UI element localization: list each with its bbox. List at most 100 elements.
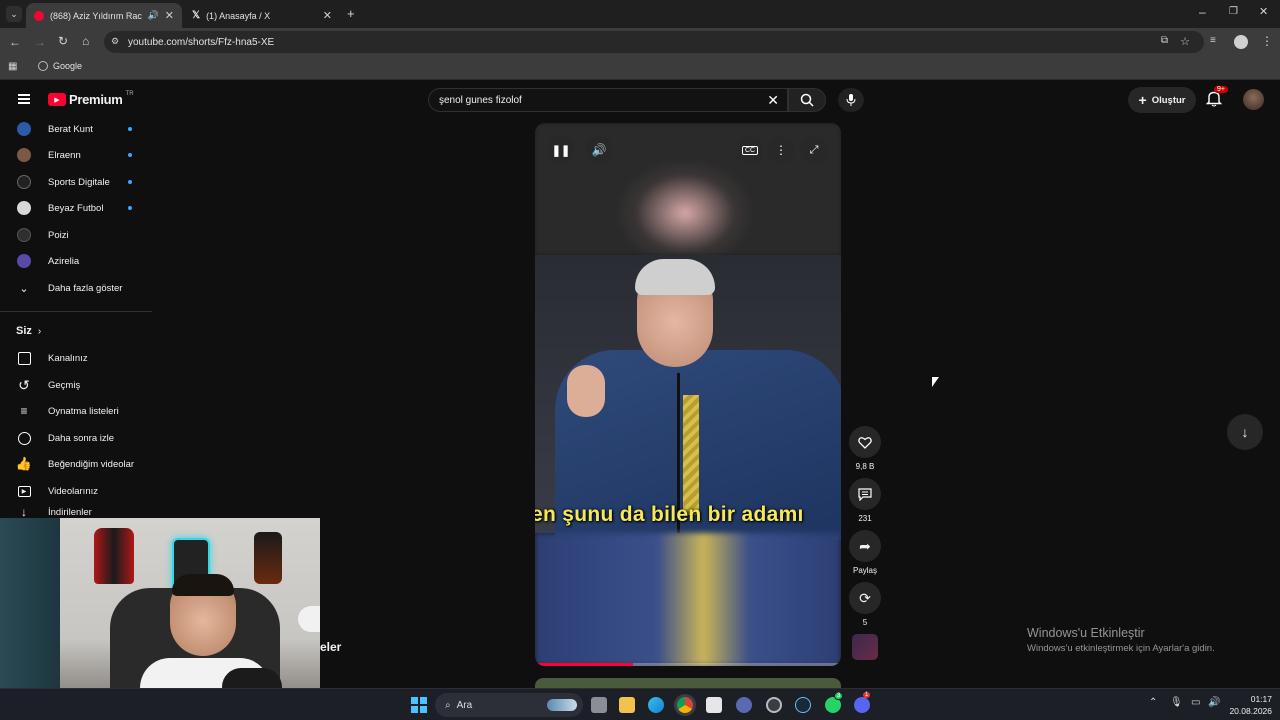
- channel-icon: [17, 351, 31, 365]
- menu-kebab-icon[interactable]: ⋮: [1261, 35, 1273, 47]
- hamburger-menu-icon[interactable]: [18, 94, 30, 104]
- discord-icon[interactable]: 1: [854, 692, 871, 713]
- steam-icon[interactable]: [795, 697, 811, 713]
- task-view-icon[interactable]: [591, 697, 607, 713]
- taskbar-search-label: Ara: [456, 699, 473, 711]
- download-icon: ↓: [21, 505, 27, 519]
- media-control-icon[interactable]: ≡: [1210, 36, 1216, 46]
- youtube-logo[interactable]: ▶ Premium TR: [48, 91, 134, 107]
- notifications-button[interactable]: 9+: [1205, 86, 1228, 110]
- restore-icon[interactable]: ❐: [1229, 7, 1238, 17]
- sidebar-item-your-videos[interactable]: ▶ Videolarınız: [0, 478, 152, 504]
- sidebar-item-subscription[interactable]: Azirelia: [0, 248, 152, 274]
- chrome-icon[interactable]: [677, 697, 693, 713]
- sidebar-item-label: Daha sonra izle: [48, 432, 115, 444]
- next-short-preview[interactable]: [535, 678, 841, 688]
- tray-display-icon[interactable]: ▭: [1191, 697, 1200, 708]
- sidebar-item-subscription[interactable]: Berat Kunt: [0, 116, 152, 142]
- tab-youtube[interactable]: (868) Aziz Yıldırım Racon Sa 🔊 ✕: [26, 3, 182, 28]
- more-options-button[interactable]: ⋮: [767, 136, 795, 164]
- video-frame-main: [535, 255, 841, 540]
- fullscreen-button[interactable]: ⤢: [800, 136, 828, 164]
- chevron-down-icon: ⌄: [19, 282, 29, 295]
- tab-title: (1) Anasayfa / X: [206, 10, 271, 21]
- show-more-button[interactable]: ⌄ Daha fazla göster: [0, 275, 152, 301]
- whatsapp-icon[interactable]: 3: [825, 692, 844, 713]
- clock[interactable]: 01:17 20.08.2026: [1222, 693, 1272, 717]
- kebab-icon: ⋮: [775, 143, 787, 157]
- clock-time: 01:17: [1250, 694, 1272, 704]
- sidebar-item-subscription[interactable]: Beyaz Futbol: [0, 195, 152, 221]
- tray-mic-icon[interactable]: 🎙: [1170, 697, 1183, 708]
- install-app-icon[interactable]: ⧉: [1161, 35, 1168, 46]
- back-icon[interactable]: ←: [9, 36, 21, 48]
- apps-grid-icon[interactable]: ▦: [8, 62, 17, 72]
- address-bar[interactable]: ⚙ youtube.com/shorts/Ffz-hna5-XE ⧉ ☆: [104, 31, 1204, 53]
- browser-tab-bar: ⌄ (868) Aziz Yıldırım Racon Sa 🔊 ✕ 𝕏 (1)…: [0, 0, 1280, 28]
- bookmark-google[interactable]: Google: [38, 61, 82, 71]
- windows-start-icon[interactable]: [411, 697, 427, 713]
- taskbar-search[interactable]: ⌕ Ara: [435, 693, 583, 717]
- edge-icon[interactable]: [648, 697, 664, 713]
- like-button[interactable]: [849, 426, 881, 458]
- clear-search-icon[interactable]: ✕: [767, 92, 779, 109]
- sidebar-item-watch-later[interactable]: Daha sonra izle: [0, 425, 152, 451]
- you-section-header[interactable]: Siz ›: [0, 318, 152, 344]
- sidebar-item-subscription[interactable]: Sports Digitale: [0, 169, 152, 195]
- home-icon[interactable]: ⌂: [82, 35, 89, 47]
- youtube-play-logo-icon: ▶: [48, 93, 66, 106]
- microphone-icon: [846, 94, 856, 106]
- tray-volume-icon[interactable]: 🔊: [1208, 697, 1220, 708]
- app-icon[interactable]: [766, 697, 782, 713]
- close-tab-icon[interactable]: ✕: [323, 9, 332, 22]
- create-button[interactable]: + Oluştur: [1128, 87, 1196, 113]
- voice-search-button[interactable]: [838, 88, 864, 112]
- next-short-button[interactable]: ↓: [1227, 414, 1263, 450]
- minimize-icon[interactable]: –: [1199, 6, 1206, 18]
- store-icon[interactable]: [706, 697, 722, 713]
- shorts-video-player[interactable]: en şunu da bilen bir adamı ❚❚ 🔊 CC ⋮ ⤢: [535, 123, 841, 666]
- profile-icon[interactable]: [1234, 35, 1248, 49]
- forward-icon[interactable]: →: [34, 36, 46, 48]
- share-label: Paylaş: [852, 566, 877, 575]
- tray-chevron-icon[interactable]: ⌃: [1149, 697, 1157, 708]
- sidebar-item-your-channel[interactable]: Kanalınız: [0, 345, 152, 371]
- sound-thumbnail[interactable]: [852, 634, 878, 660]
- sidebar-item-subscription[interactable]: Elraenn: [0, 142, 152, 168]
- bookmark-star-icon[interactable]: ☆: [1180, 35, 1190, 48]
- app-icon[interactable]: [736, 697, 752, 713]
- volume-button[interactable]: 🔊: [585, 136, 613, 164]
- tab-audio-icon[interactable]: 🔊: [148, 10, 159, 21]
- channel-avatar: [17, 254, 31, 268]
- file-explorer-icon[interactable]: [619, 697, 635, 713]
- arrow-down-icon: ↓: [1241, 424, 1249, 440]
- pause-button[interactable]: ❚❚: [547, 136, 575, 164]
- close-tab-icon[interactable]: ✕: [165, 9, 174, 22]
- progress-track[interactable]: [535, 663, 841, 666]
- search-input[interactable]: şenol gunes fizolof ✕: [428, 88, 788, 112]
- video-subtitle: en şunu da bilen bir adamı: [535, 503, 804, 526]
- account-avatar[interactable]: [1243, 89, 1264, 110]
- reload-icon[interactable]: ↻: [58, 35, 68, 47]
- sidebar-item-label: Videolarınız: [48, 485, 98, 497]
- activation-watermark-subtitle: Windows'u etkinleştirmek için Ayarlar'a …: [1027, 643, 1215, 654]
- remix-button[interactable]: ⟳: [849, 582, 881, 614]
- sidebar-item-history[interactable]: ↺ Geçmiş: [0, 372, 152, 398]
- search-icon: ⌕: [445, 699, 451, 711]
- sidebar-item-playlists[interactable]: ≡ Oynatma listeleri: [0, 398, 152, 424]
- sidebar-item-subscription[interactable]: Poizi: [0, 222, 152, 248]
- share-button[interactable]: ➦: [849, 530, 881, 562]
- new-tab-icon[interactable]: +: [347, 7, 355, 20]
- site-info-icon[interactable]: ⚙: [111, 36, 119, 47]
- captions-button[interactable]: CC: [736, 136, 764, 164]
- tab-search-icon[interactable]: ⌄: [6, 6, 22, 22]
- share-icon: ➦: [859, 537, 871, 554]
- subscription-name: Poizi: [48, 229, 69, 241]
- close-window-icon[interactable]: ✕: [1259, 7, 1268, 18]
- comments-button[interactable]: [849, 478, 881, 510]
- tab-x[interactable]: 𝕏 (1) Anasayfa / X ✕: [184, 3, 340, 28]
- notification-badge: 9+: [1214, 86, 1228, 93]
- search-highlight-icon: [547, 699, 577, 711]
- search-button[interactable]: [788, 88, 826, 112]
- sidebar-item-liked-videos[interactable]: 👍 Beğendiğim videolar: [0, 451, 152, 477]
